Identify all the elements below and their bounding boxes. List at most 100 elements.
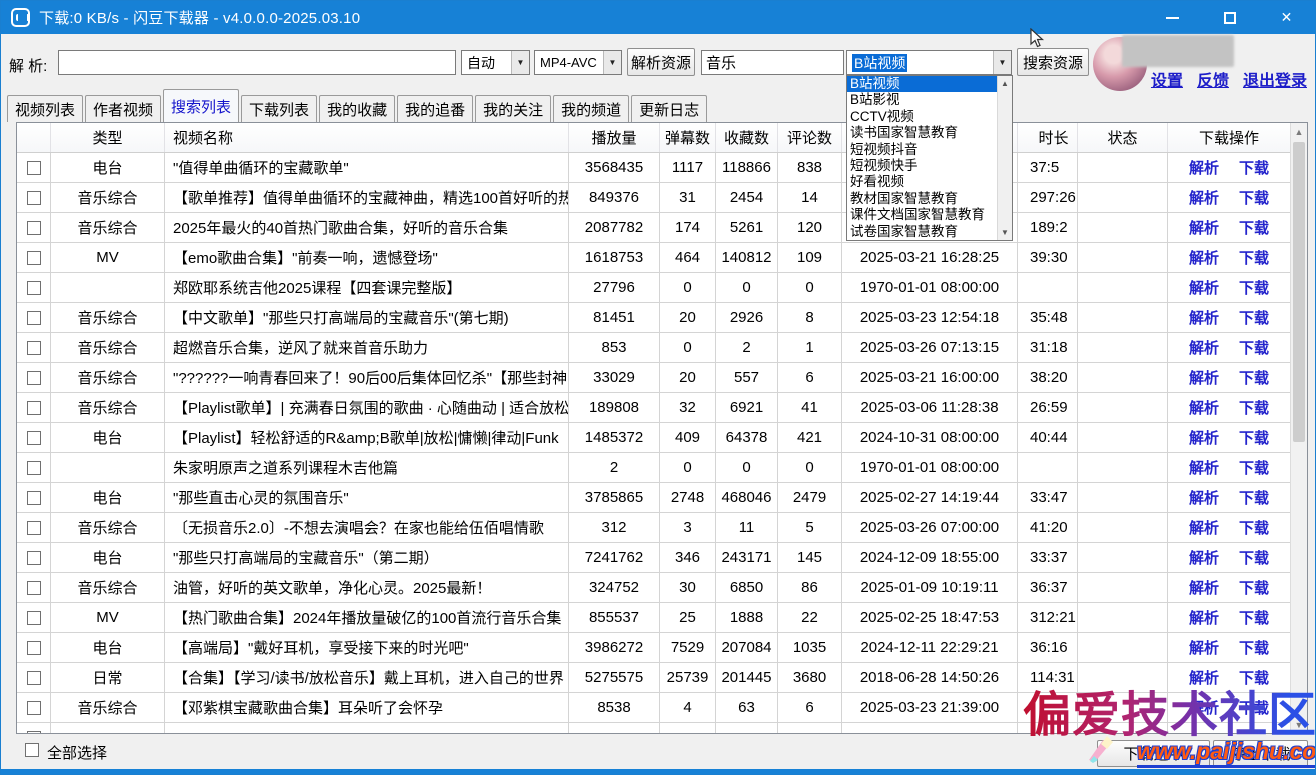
scroll-up-icon[interactable]: ▲ bbox=[1291, 123, 1307, 140]
row-checkbox[interactable] bbox=[27, 671, 41, 685]
row-checkbox[interactable] bbox=[27, 281, 41, 295]
download-link[interactable]: 下载 bbox=[1239, 637, 1269, 658]
table-row[interactable]: 电台"那些直击心灵的氛围音乐"3785865274846804624792025… bbox=[17, 483, 1290, 513]
download-link[interactable]: 下载 bbox=[1239, 157, 1269, 178]
download-link[interactable]: 下载 bbox=[1239, 187, 1269, 208]
vertical-scrollbar[interactable]: ▲ ▼ bbox=[1290, 123, 1307, 733]
format-select[interactable]: MP4-AVC ▼ bbox=[534, 50, 622, 75]
download-link[interactable]: 下载 bbox=[1239, 487, 1269, 508]
dropdown-option[interactable]: 读书国家智慧教育 bbox=[847, 125, 999, 141]
parse-url-input[interactable] bbox=[58, 50, 456, 75]
logout-link[interactable]: 退出登录 bbox=[1243, 67, 1307, 91]
parse-link[interactable]: 解析 bbox=[1189, 427, 1219, 448]
column-header-2[interactable]: 视频名称 bbox=[165, 123, 569, 152]
row-checkbox[interactable] bbox=[27, 551, 41, 565]
download-link[interactable]: 下载 bbox=[1239, 277, 1269, 298]
column-header-8[interactable]: 时长 bbox=[1018, 123, 1078, 152]
table-row[interactable]: 电台【高端局】"戴好耳机，享受接下来的时光吧"39862727529207084… bbox=[17, 633, 1290, 663]
table-row[interactable]: 音乐综合"??????一响青春回来了！90后00后集体回忆杀"【那些封神3302… bbox=[17, 363, 1290, 393]
row-checkbox[interactable] bbox=[27, 161, 41, 175]
scroll-down-icon[interactable]: ▼ bbox=[998, 225, 1012, 240]
dropdown-option[interactable]: 教材国家智慧教育 bbox=[847, 191, 999, 207]
parse-link[interactable]: 解析 bbox=[1189, 337, 1219, 358]
table-row[interactable]: 音乐综合2025年最火的40首热门歌曲合集，好听的音乐合集20877821745… bbox=[17, 213, 1290, 243]
row-checkbox[interactable] bbox=[27, 641, 41, 655]
parse-link[interactable]: 解析 bbox=[1189, 187, 1219, 208]
dropdown-option[interactable]: 短视频快手 bbox=[847, 158, 999, 174]
close-button[interactable]: ✕ bbox=[1258, 1, 1315, 34]
dropdown-option[interactable]: B站视频 bbox=[847, 76, 999, 92]
parse-link[interactable]: 解析 bbox=[1189, 307, 1219, 328]
row-checkbox[interactable] bbox=[27, 371, 41, 385]
table-row[interactable]: MV【热门歌曲合集】2024年播放量破亿的100首流行音乐合集855537251… bbox=[17, 603, 1290, 633]
row-checkbox[interactable] bbox=[27, 521, 41, 535]
table-row[interactable]: 电台【Playlist】轻松舒适的R&amp;B歌单|放松|慵懒|律动|Funk… bbox=[17, 423, 1290, 453]
dropdown-option[interactable]: CCTV视频 bbox=[847, 109, 999, 125]
dropdown-option[interactable]: 好看视频 bbox=[847, 174, 999, 190]
row-checkbox[interactable] bbox=[27, 701, 41, 715]
settings-link[interactable]: 设置 bbox=[1151, 67, 1183, 91]
column-header-9[interactable]: 状态 bbox=[1078, 123, 1168, 152]
column-header-6[interactable]: 评论数 bbox=[778, 123, 842, 152]
table-row[interactable]: 音乐综合油管，好听的英文歌单，净化心灵。2025最新！3247523068508… bbox=[17, 573, 1290, 603]
table-row[interactable]: 音乐综合【中文歌单】"那些只打高端局的宝藏音乐"(第七期)81451202926… bbox=[17, 303, 1290, 333]
auto-quality-select[interactable]: 自动 ▼ bbox=[461, 50, 530, 75]
column-header-4[interactable]: 弹幕数 bbox=[660, 123, 716, 152]
row-checkbox[interactable] bbox=[27, 581, 41, 595]
select-all-checkbox[interactable] bbox=[25, 743, 39, 757]
tab-作者视频[interactable]: 作者视频 bbox=[85, 95, 161, 122]
parse-link[interactable]: 解析 bbox=[1189, 157, 1219, 178]
maximize-button[interactable] bbox=[1201, 1, 1258, 34]
chevron-down-icon[interactable]: ▼ bbox=[603, 51, 621, 74]
search-resource-button[interactable]: 搜索资源 bbox=[1017, 48, 1089, 76]
download-link[interactable]: 下载 bbox=[1239, 397, 1269, 418]
dropdown-option[interactable]: B站影视 bbox=[847, 92, 999, 108]
tab-我的关注[interactable]: 我的关注 bbox=[475, 95, 551, 122]
row-checkbox[interactable] bbox=[27, 341, 41, 355]
row-checkbox[interactable] bbox=[27, 431, 41, 445]
parse-resource-button[interactable]: 解析资源 bbox=[627, 48, 695, 76]
dropdown-option[interactable]: 课件文档国家智慧教育 bbox=[847, 207, 999, 223]
tab-我的追番[interactable]: 我的追番 bbox=[397, 95, 473, 122]
table-row[interactable]: MV【emo歌曲合集】"前奏一响，遗憾登场"161875346414081210… bbox=[17, 243, 1290, 273]
parse-link[interactable]: 解析 bbox=[1189, 547, 1219, 568]
row-checkbox[interactable] bbox=[27, 461, 41, 475]
tab-我的收藏[interactable]: 我的收藏 bbox=[319, 95, 395, 122]
parse-link[interactable]: 解析 bbox=[1189, 487, 1219, 508]
row-checkbox[interactable] bbox=[27, 491, 41, 505]
download-link[interactable]: 下载 bbox=[1239, 517, 1269, 538]
parse-link[interactable]: 解析 bbox=[1189, 457, 1219, 478]
column-header-5[interactable]: 收藏数 bbox=[716, 123, 778, 152]
chevron-down-icon[interactable]: ▼ bbox=[511, 51, 529, 74]
table-row[interactable]: 音乐综合超燃音乐合集，逆风了就来首音乐助力8530212025-03-26 07… bbox=[17, 333, 1290, 363]
parse-link[interactable]: 解析 bbox=[1189, 607, 1219, 628]
parse-link[interactable]: 解析 bbox=[1189, 277, 1219, 298]
table-row[interactable]: 电台"值得单曲循环的宝藏歌单"3568435111711886683837:5解… bbox=[17, 153, 1290, 183]
download-link[interactable]: 下载 bbox=[1239, 427, 1269, 448]
row-checkbox[interactable] bbox=[27, 401, 41, 415]
column-header-3[interactable]: 播放量 bbox=[569, 123, 660, 152]
tab-视频列表[interactable]: 视频列表 bbox=[7, 95, 83, 122]
row-checkbox[interactable] bbox=[27, 191, 41, 205]
table-row[interactable]: 电台"那些只打高端局的宝藏音乐"（第二期）7241762346243171145… bbox=[17, 543, 1290, 573]
table-row[interactable]: 郑欧耶系统吉他2025课程【四套课完整版】277960001970-01-01 … bbox=[17, 273, 1290, 303]
dropdown-option[interactable]: 短视频抖音 bbox=[847, 142, 999, 158]
download-link[interactable]: 下载 bbox=[1239, 307, 1269, 328]
titlebar[interactable]: 下载:0 KB/s - 闪豆下载器 - v4.0.0.0-2025.03.10 … bbox=[1, 1, 1315, 34]
download-link[interactable]: 下载 bbox=[1239, 337, 1269, 358]
chevron-down-icon[interactable]: ▼ bbox=[993, 51, 1011, 74]
download-link[interactable]: 下载 bbox=[1239, 457, 1269, 478]
feedback-link[interactable]: 反馈 bbox=[1197, 67, 1229, 91]
parse-link[interactable]: 解析 bbox=[1189, 247, 1219, 268]
download-link[interactable]: 下载 bbox=[1239, 577, 1269, 598]
table-row[interactable]: 音乐综合【Playlist歌单】| 充满春日氛围的歌曲 · 心随曲动 | 适合放… bbox=[17, 393, 1290, 423]
tab-更新日志[interactable]: 更新日志 bbox=[631, 95, 707, 122]
parse-link[interactable]: 解析 bbox=[1189, 367, 1219, 388]
table-row[interactable]: 音乐综合〔无损音乐2.0〕-不想去演唱会？在家也能给伍佰唱情歌312311520… bbox=[17, 513, 1290, 543]
download-link[interactable]: 下载 bbox=[1239, 607, 1269, 628]
row-checkbox[interactable] bbox=[27, 611, 41, 625]
parse-link[interactable]: 解析 bbox=[1189, 577, 1219, 598]
download-link[interactable]: 下载 bbox=[1239, 367, 1269, 388]
minimize-button[interactable] bbox=[1144, 1, 1201, 34]
dropdown-scrollbar[interactable]: ▲ ▼ bbox=[997, 76, 1012, 240]
